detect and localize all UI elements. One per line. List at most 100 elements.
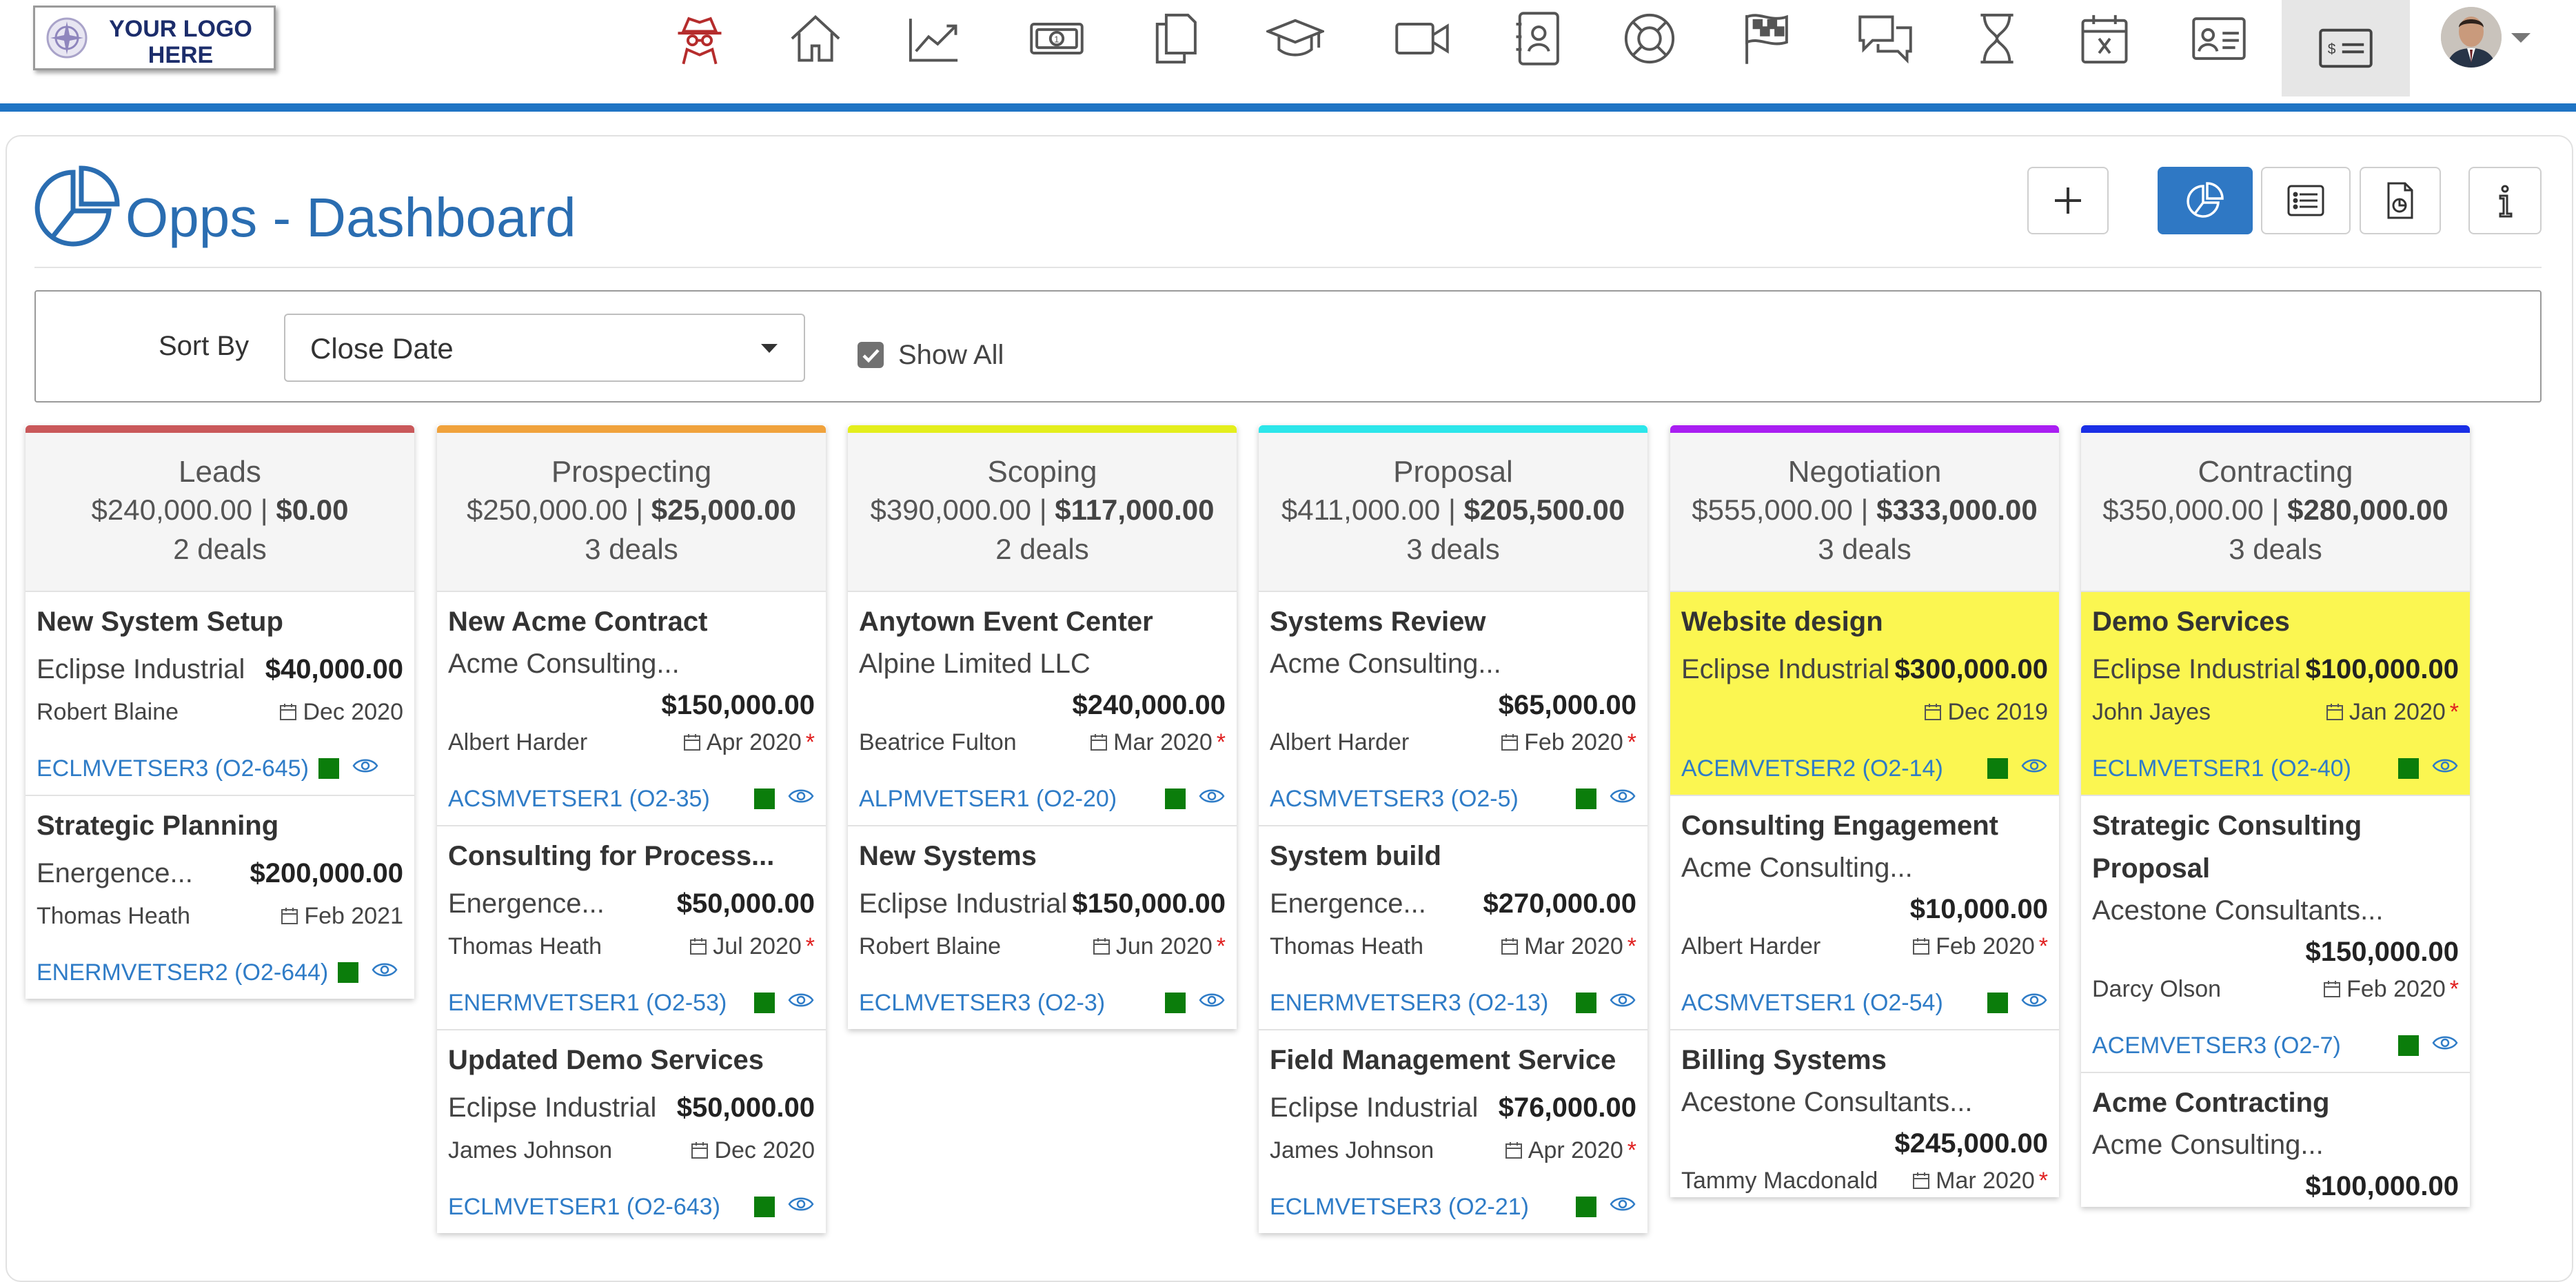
add-opportunity-button[interactable] — [2027, 167, 2109, 234]
deal-date-text: Mar 2020 — [1524, 933, 1623, 959]
overdue-asterisk: * — [2038, 933, 2048, 959]
deal-owner: James Johnson — [448, 1137, 613, 1163]
deal-card[interactable]: Acme Contracting Acme Consulting... $100… — [2081, 1073, 2470, 1207]
deal-code-link[interactable]: ACEMVETSER3 (O2-7) — [2092, 1029, 2341, 1062]
deal-card[interactable]: Consulting for Process... Energence... $5… — [437, 826, 826, 1030]
deal-card[interactable]: New System Setup Eclipse Industrial $40,0… — [26, 592, 414, 796]
deal-code-link[interactable]: ECLMVETSER1 (O2-643) — [448, 1190, 720, 1223]
eye-icon[interactable] — [1609, 782, 1636, 815]
user-menu-chevron-down-icon[interactable] — [2511, 33, 2531, 43]
sort-by-select[interactable]: Close Date — [284, 314, 805, 382]
deal-card[interactable]: Billing Systems Acestone Consultants... … — [1670, 1030, 2059, 1197]
stage-amounts: $411,000.00 | $205,500.00 — [1281, 494, 1625, 526]
dashboard-view-button[interactable] — [2158, 167, 2253, 234]
deal-card[interactable]: Demo Services Eclipse Industrial $100,000… — [2081, 592, 2470, 796]
user-avatar[interactable] — [2441, 7, 2502, 68]
id-card-icon[interactable] — [2181, 6, 2257, 72]
stage-total: $390,000.00 — [870, 494, 1032, 526]
eye-icon[interactable] — [2020, 986, 2048, 1019]
deal-close-date: Apr 2020 * — [1503, 1134, 1636, 1167]
column-header: Negotiation $555,000.00 | $333,000.00 3 … — [1670, 433, 2059, 592]
deal-company: Acestone Consultants... — [2092, 895, 2384, 926]
video-camera-icon[interactable] — [1384, 6, 1460, 72]
deal-date-text: Feb 2020 — [2346, 976, 2446, 1002]
deal-code-link[interactable]: ALPMVETSER1 (O2-20) — [859, 782, 1117, 815]
deal-code-link[interactable]: ENERMVETSER2 (O2-644) — [37, 956, 328, 989]
deal-owner: Albert Harder — [448, 729, 588, 755]
deal-date-text: Dec 2020 — [303, 699, 403, 725]
deal-card[interactable]: Website design Eclipse Industrial $300,00… — [1670, 592, 2059, 796]
status-square-icon — [1987, 758, 2008, 779]
documents-icon[interactable] — [1137, 6, 1213, 72]
deal-code-link[interactable]: ACEMVETSER2 (O2-14) — [1681, 752, 1943, 785]
deal-code-link[interactable]: ACSMVETSER1 (O2-54) — [1681, 986, 1943, 1019]
logo-text: YOUR LOGO HERE — [94, 16, 267, 68]
deal-code-link[interactable]: ENERMVETSER1 (O2-53) — [448, 986, 727, 1019]
stage-amounts: $350,000.00 | $280,000.00 — [2102, 494, 2448, 526]
deal-card[interactable]: System build Energence... $270,000.00 Tho… — [1259, 826, 1647, 1030]
deal-code-link[interactable]: ECLMVETSER3 (O2-21) — [1270, 1190, 1529, 1223]
home-icon[interactable] — [778, 6, 853, 72]
spy-icon[interactable] — [662, 6, 738, 72]
deal-close-date: Dec 2019 — [1923, 695, 2048, 729]
deal-code-link[interactable]: ENERMVETSER3 (O2-13) — [1270, 986, 1548, 1019]
pie-chart-icon — [34, 165, 120, 247]
info-button[interactable] — [2468, 167, 2542, 234]
eye-icon[interactable] — [371, 956, 398, 989]
deal-owner: Darcy Olson — [2092, 976, 2222, 1002]
trend-chart-icon[interactable] — [896, 6, 972, 72]
deal-card[interactable]: New Acme Contract Acme Consulting... $15… — [437, 592, 826, 826]
eye-icon[interactable] — [787, 782, 815, 815]
chat-icon[interactable] — [1847, 6, 1923, 72]
checkered-flag-icon[interactable] — [1729, 6, 1805, 72]
hourglass-icon[interactable] — [1959, 6, 2035, 72]
eye-icon[interactable] — [2431, 752, 2459, 785]
deal-close-date: Feb 2020 * — [1911, 930, 2048, 963]
eye-icon[interactable] — [787, 1190, 815, 1223]
calendar-x-icon[interactable] — [2067, 6, 2142, 72]
opportunities-icon[interactable]: $ — [2282, 0, 2410, 96]
deal-card[interactable]: Strategic Consulting Proposal Acestone C… — [2081, 796, 2470, 1073]
show-all-label: Show All — [898, 340, 1004, 370]
graduation-cap-icon[interactable] — [1257, 6, 1333, 72]
overdue-asterisk: * — [1627, 933, 1636, 959]
deal-code-link[interactable]: ACSMVETSER1 (O2-35) — [448, 782, 710, 815]
deal-card[interactable]: Systems Review Acme Consulting... $65,00… — [1259, 592, 1647, 826]
deal-amount: $10,000.00 — [1909, 894, 2048, 924]
deal-card[interactable]: Anytown Event Center Alpine Limited LLC … — [848, 592, 1237, 826]
column-proposal: Proposal $411,000.00 | $205,500.00 3 dea… — [1259, 425, 1647, 1233]
deal-card[interactable]: Strategic Planning Energence... $200,000.… — [26, 796, 414, 999]
money-icon[interactable]: 1 — [1019, 6, 1095, 72]
deal-card[interactable]: New Systems Eclipse Industrial $150,000.0… — [848, 826, 1237, 1029]
deal-owner: Albert Harder — [1681, 933, 1821, 959]
eye-icon[interactable] — [1609, 1190, 1636, 1223]
deal-code-link[interactable]: ECLMVETSER3 (O2-3) — [859, 986, 1105, 1019]
deal-code-link[interactable]: ACSMVETSER3 (O2-5) — [1270, 782, 1519, 815]
eye-icon[interactable] — [1198, 986, 1226, 1019]
calendar-icon — [1501, 938, 1519, 955]
eye-icon[interactable] — [787, 986, 815, 1019]
report-button[interactable] — [2360, 167, 2441, 234]
stage-weighted: $333,000.00 — [1876, 494, 2038, 526]
eye-icon[interactable] — [2431, 1029, 2459, 1062]
company-logo[interactable]: YOUR LOGO HERE — [33, 6, 276, 70]
deal-company: Energence... — [37, 858, 193, 888]
contact-book-icon[interactable] — [1500, 6, 1576, 72]
list-view-button[interactable] — [2261, 167, 2351, 234]
eye-icon[interactable] — [352, 752, 379, 785]
chevron-down-icon — [761, 344, 778, 353]
deal-company: Acme Consulting... — [448, 649, 680, 679]
eye-icon[interactable] — [1609, 986, 1636, 1019]
stage-deal-count: 2 deals — [995, 533, 1089, 565]
deal-card[interactable]: Updated Demo Services Eclipse Industrial… — [437, 1030, 826, 1233]
eye-icon[interactable] — [2020, 752, 2048, 785]
deal-code-link[interactable]: ECLMVETSER1 (O2-40) — [2092, 752, 2351, 785]
lifebuoy-icon[interactable] — [1612, 6, 1687, 72]
deal-card[interactable]: Field Management Service Eclipse Industr… — [1259, 1030, 1647, 1233]
deal-code-link[interactable]: ECLMVETSER3 (O2-645) — [37, 752, 309, 785]
deal-card[interactable]: Consulting Engagement Acme Consulting...… — [1670, 796, 2059, 1030]
stage-amounts: $390,000.00 | $117,000.00 — [870, 494, 1215, 526]
eye-icon[interactable] — [1198, 782, 1226, 815]
show-all-checkbox[interactable] — [858, 342, 884, 368]
deal-owner: Tammy Macdonald — [1681, 1168, 1878, 1194]
